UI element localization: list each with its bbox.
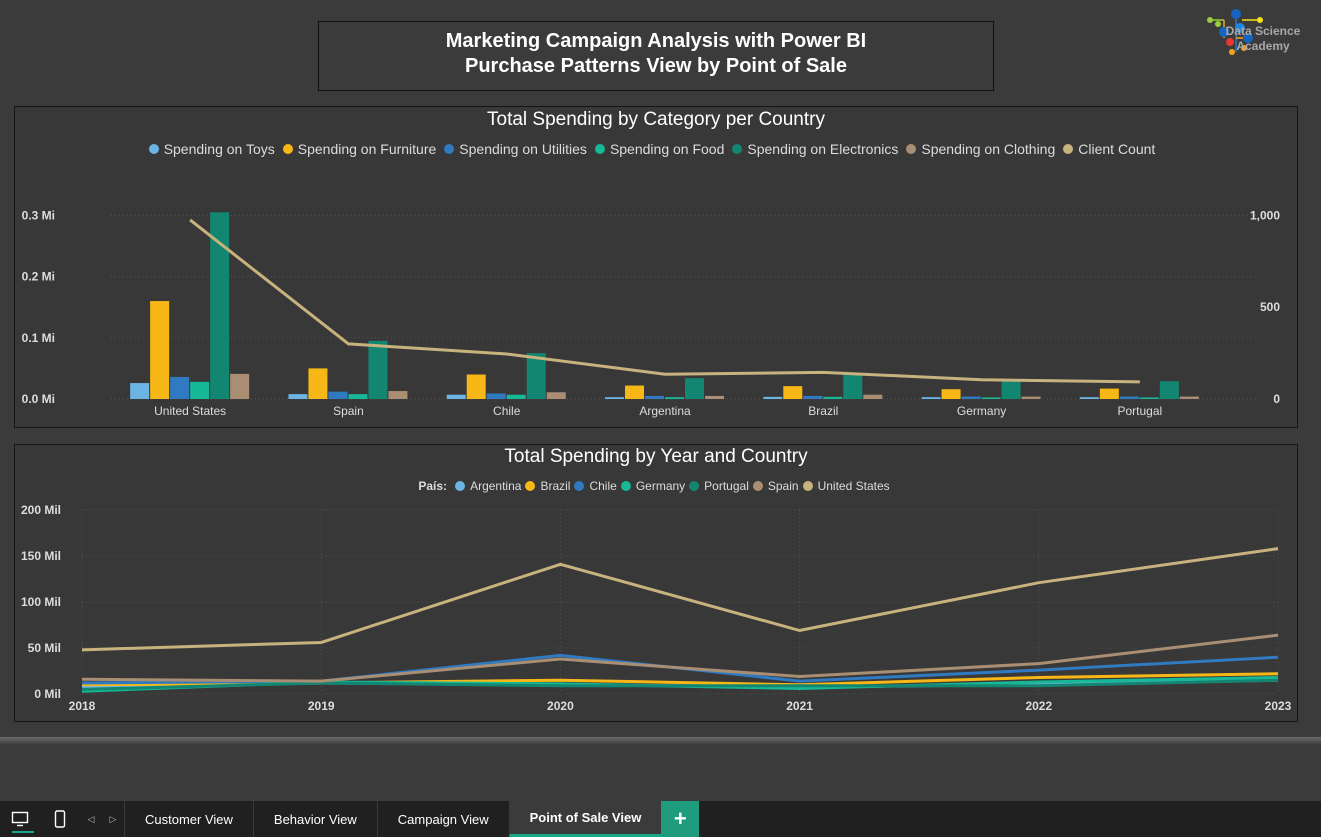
bar: [1099, 388, 1119, 399]
series-line: [81, 547, 1279, 652]
bar: [1119, 396, 1139, 399]
y2-tick-label: 0: [1273, 392, 1280, 406]
bar: [1001, 380, 1021, 399]
x-tick-label: 2022: [1025, 699, 1052, 713]
bar: [348, 394, 368, 399]
bar: [625, 385, 644, 399]
x-tick-label: 2020: [547, 699, 574, 713]
y2-tick-label: 1,000: [1250, 208, 1280, 222]
bar: [685, 378, 704, 399]
x-tick-label: Germany: [957, 404, 1006, 418]
bar: [190, 381, 210, 399]
tab-point-of-sale-view[interactable]: Point of Sale View: [508, 801, 662, 837]
y-tick-label: 50 Mil: [28, 641, 61, 655]
page-nav: ◁ ▷: [80, 801, 124, 837]
logo-text: Data Science Academy: [1218, 24, 1308, 54]
page-tab-bar: ◁ ▷ Customer View Behavior View Campaign…: [0, 801, 1321, 837]
logo-text-line2: Academy: [1236, 39, 1290, 53]
client-count-line: [189, 218, 1140, 384]
report-title-box: Marketing Campaign Analysis with Power B…: [318, 21, 994, 91]
report-subtitle: Purchase Patterns View by Point of Sale: [465, 55, 847, 77]
bar: [941, 389, 961, 399]
add-page-button[interactable]: +: [661, 801, 700, 837]
bar: [466, 374, 486, 399]
report-title: Marketing Campaign Analysis with Power B…: [445, 30, 867, 52]
y-tick-label: 0.1 Mi: [22, 331, 55, 345]
bar: [150, 301, 170, 399]
bar: [645, 395, 664, 399]
bar: [783, 386, 803, 399]
bar: [170, 376, 190, 399]
year-chart-plot: 0 Mil 50 Mil 100 Mil 150 Mil 200 Mil 2018 2019…: [21, 503, 1292, 713]
tab-customer-view[interactable]: Customer View: [124, 801, 253, 837]
y-tick-label: 150 Mil: [21, 549, 61, 563]
bar: [921, 397, 941, 399]
bar: [665, 397, 684, 399]
bar: [1021, 396, 1041, 399]
bar: [981, 397, 1001, 399]
y-tick-label: 0.0 Mi: [22, 392, 55, 406]
x-tick-label: Brazil: [808, 404, 838, 418]
y-tick-label: 200 Mil: [21, 503, 61, 517]
spending-year-chart[interactable]: Total Spending by Year and Country País:…: [14, 444, 1298, 722]
prev-page-icon[interactable]: ◁: [88, 814, 95, 825]
bar: [843, 374, 863, 399]
bar: [130, 383, 150, 399]
bar: [486, 393, 506, 399]
bar: [308, 368, 328, 399]
bar: [546, 392, 566, 399]
bar: [1079, 397, 1099, 399]
bar: [230, 373, 250, 399]
bar: [823, 396, 843, 399]
bar: [328, 391, 348, 399]
x-tick-label: 2021: [786, 699, 813, 713]
spending-category-chart[interactable]: Total Spending by Category per Country S…: [14, 106, 1298, 428]
y-tick-label: 0.3 Mi: [22, 208, 55, 222]
x-tick-label: Chile: [493, 404, 521, 418]
bar: [506, 394, 526, 399]
y-tick-label: 0 Mil: [34, 687, 61, 701]
bar: [1139, 397, 1159, 399]
x-tick-label: 2019: [308, 699, 335, 713]
bar: [863, 394, 883, 399]
tab-behavior-view[interactable]: Behavior View: [252, 801, 377, 837]
x-tick-label: 2023: [1265, 699, 1292, 713]
category-chart-plot: 0.0 Mi 0.1 Mi 0.2 Mi 0.3 Mi 0 500 1,000 United …: [22, 208, 1281, 418]
desktop-view-icon[interactable]: [0, 801, 40, 837]
bar: [368, 340, 388, 399]
bar: [605, 397, 624, 399]
x-tick-label: Argentina: [639, 404, 691, 418]
bar: [803, 395, 823, 399]
bar: [705, 395, 724, 399]
x-tick-label: Spain: [333, 404, 364, 418]
series-line: [81, 633, 1279, 683]
tab-campaign-view[interactable]: Campaign View: [376, 801, 509, 837]
x-tick-label: United States: [154, 404, 226, 418]
bar: [210, 212, 230, 399]
logo-text-line1: Data Science: [1225, 24, 1301, 38]
canvas-divider: [0, 737, 1321, 745]
next-page-icon[interactable]: ▷: [110, 814, 117, 825]
bar: [961, 396, 981, 399]
y-tick-label: 100 Mil: [21, 595, 61, 609]
bar: [1159, 381, 1179, 399]
bar: [763, 396, 783, 399]
bar: [288, 394, 308, 399]
report-canvas: Marketing Campaign Analysis with Power B…: [0, 0, 1321, 837]
y2-tick-label: 500: [1260, 300, 1280, 314]
bar: [388, 391, 408, 399]
bar: [446, 394, 466, 399]
x-tick-label: Portugal: [1118, 404, 1163, 418]
mobile-view-icon[interactable]: [40, 801, 80, 837]
bar: [1179, 396, 1199, 399]
y-tick-label: 0.2 Mi: [22, 270, 55, 284]
x-tick-label: 2018: [69, 699, 96, 713]
